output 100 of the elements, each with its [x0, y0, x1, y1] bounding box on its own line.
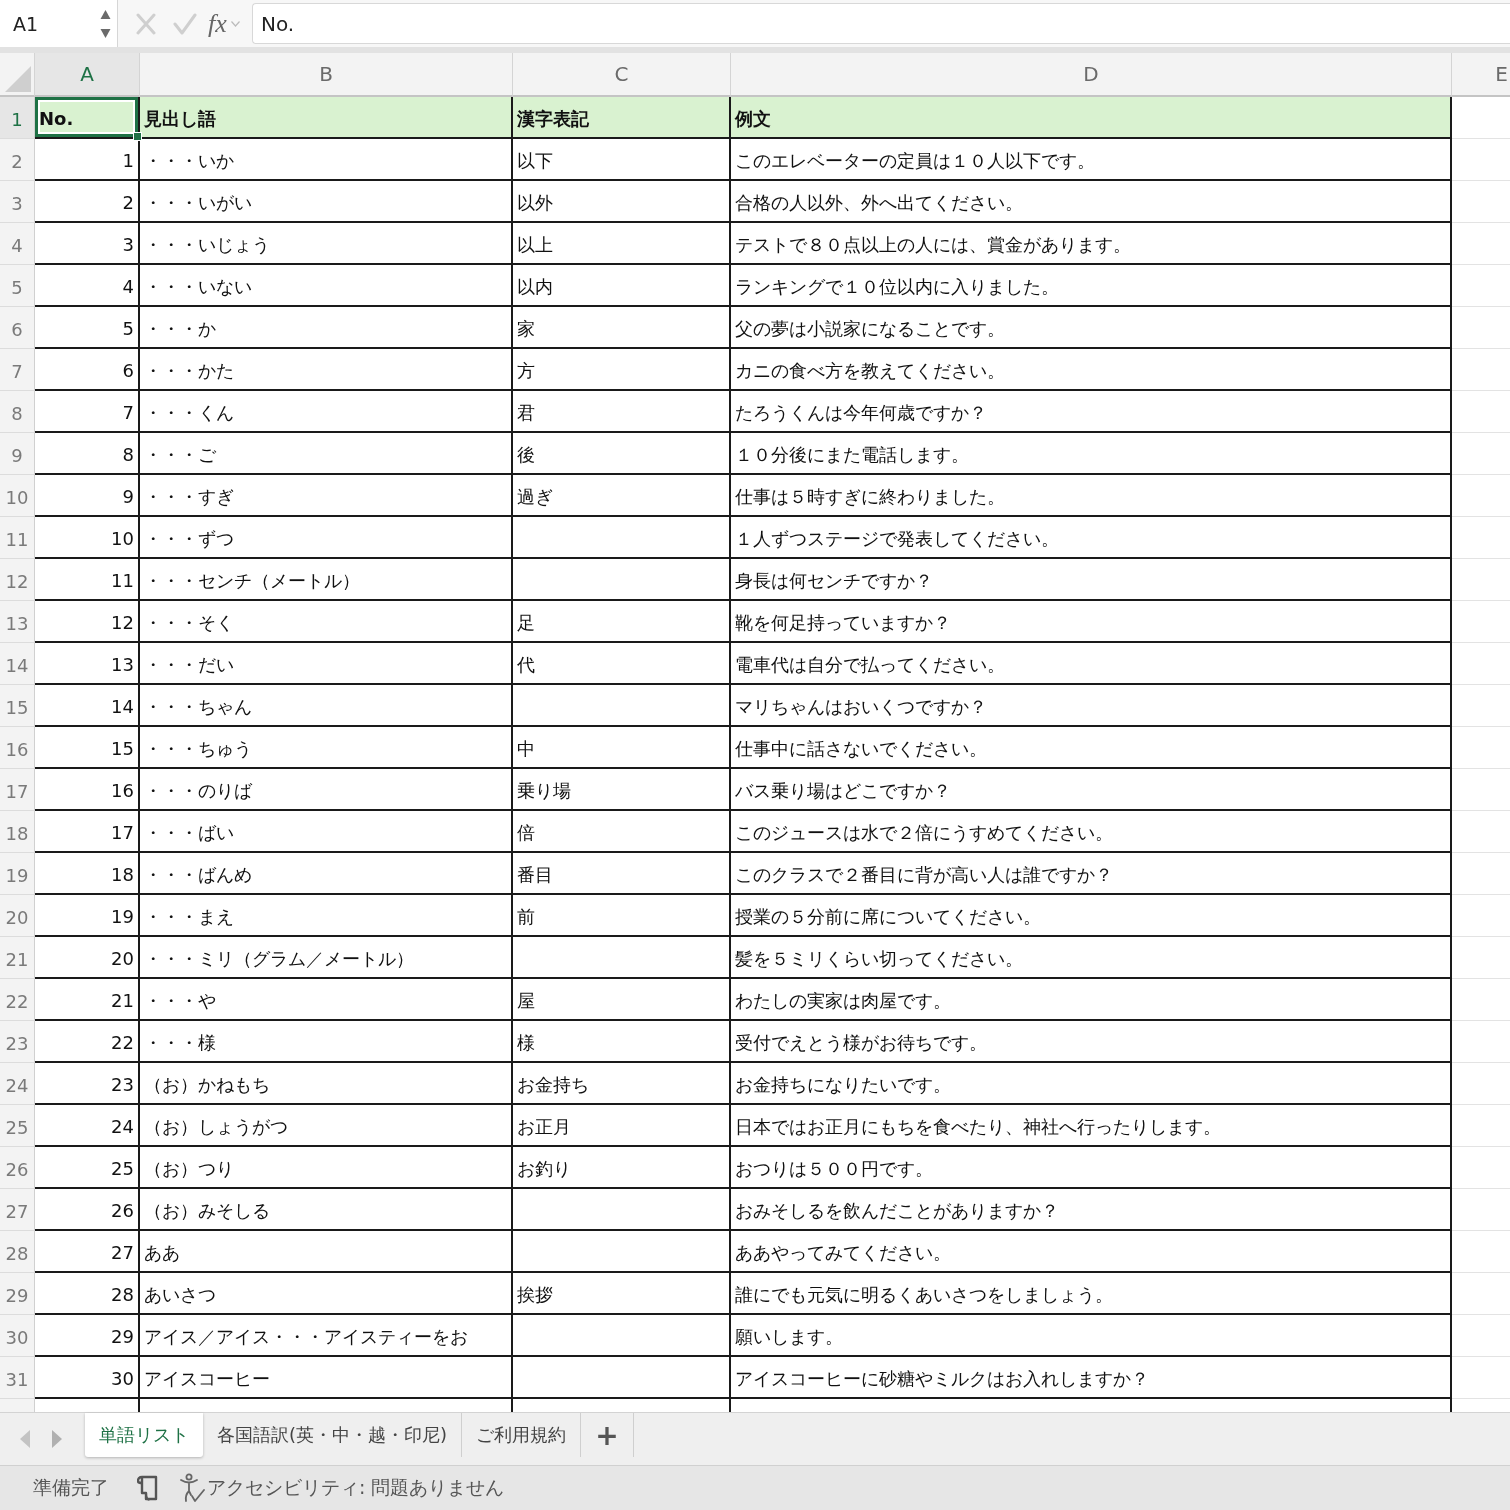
row-header[interactable]: 29 [0, 1273, 35, 1315]
table-cell: お正月 [513, 1105, 731, 1147]
row-header[interactable]: 22 [0, 979, 35, 1021]
sheet-tab[interactable]: 単語リスト [85, 1413, 203, 1457]
table-cell: ・・・まえ [140, 895, 513, 937]
row-header[interactable]: 25 [0, 1105, 35, 1147]
row-header[interactable]: 30 [0, 1315, 35, 1357]
fill-handle[interactable] [133, 132, 142, 141]
table-cell: 22 [35, 1021, 140, 1063]
row-header[interactable]: 7 [0, 349, 35, 391]
row-header[interactable]: 13 [0, 601, 35, 643]
table-cell: 屋 [513, 979, 731, 1021]
triangle-icon [5, 66, 31, 92]
table-cell: 日本ではお正月にもちを食べたり、神社へ行ったりします。 [731, 1105, 1452, 1147]
right-arrow-icon[interactable] [51, 1429, 63, 1449]
name-box[interactable]: A1 [0, 0, 118, 47]
table-cell: ・・・すぎ [140, 475, 513, 517]
table-cell: お金持ちになりたいです。 [731, 1063, 1452, 1105]
table-cell: バス乗り場はどこですか？ [731, 769, 1452, 811]
checkmark-icon[interactable] [173, 12, 197, 35]
column-header[interactable]: E [1452, 53, 1510, 97]
table-cell: 18 [35, 853, 140, 895]
table-cell: １０分後にまた電話します。 [731, 433, 1452, 475]
table-cell: 以外 [513, 181, 731, 223]
up-down-arrows-icon[interactable] [100, 8, 111, 39]
table-cell: 25 [35, 1147, 140, 1189]
document-icon[interactable] [137, 1474, 159, 1502]
cross-icon[interactable] [136, 12, 156, 35]
row-header[interactable]: 27 [0, 1189, 35, 1231]
add-sheet-button[interactable]: + [581, 1413, 635, 1457]
column-header[interactable]: A [35, 53, 140, 97]
sheet-tab[interactable]: 各国語訳(英・中・越・印尼) [203, 1413, 463, 1457]
row-header[interactable]: 15 [0, 685, 35, 727]
caret-icon[interactable] [230, 20, 240, 27]
table-cell: ・・・様 [140, 1021, 513, 1063]
row-header[interactable]: 9 [0, 433, 35, 475]
person-check-icon[interactable] [179, 1473, 205, 1503]
table-cell: このエレベーターの定員は１０人以下です。 [731, 139, 1452, 181]
table-cell: お金持ち [513, 1063, 731, 1105]
row-header[interactable]: 24 [0, 1063, 35, 1105]
row-header[interactable]: 16 [0, 727, 35, 769]
column-header[interactable]: C [513, 53, 731, 97]
table-cell: 13 [35, 643, 140, 685]
table-cell: 29 [35, 1315, 140, 1357]
table-cell: ・・・くん [140, 391, 513, 433]
status-text: 準備完了 [33, 1475, 109, 1500]
row-header[interactable]: 11 [0, 517, 35, 559]
row-header[interactable]: 23 [0, 1021, 35, 1063]
left-arrow-icon[interactable] [19, 1429, 31, 1449]
row-header[interactable]: 10 [0, 475, 35, 517]
table-cell: 11 [35, 559, 140, 601]
table-cell: ・・・や [140, 979, 513, 1021]
table-cell: 以下 [513, 139, 731, 181]
row-header[interactable]: 19 [0, 853, 35, 895]
table-cell: 授業の５分前に席についてください。 [731, 895, 1452, 937]
column-header[interactable]: D [731, 53, 1452, 97]
table-cell: おみそしるを飲んだことがありますか？ [731, 1189, 1452, 1231]
row-header[interactable]: 20 [0, 895, 35, 937]
formula-field[interactable]: No. [252, 3, 1510, 44]
table-cell: お釣り [513, 1147, 731, 1189]
row-header[interactable]: 5 [0, 265, 35, 307]
row-header[interactable]: 2 [0, 139, 35, 181]
table-cell: 中 [513, 727, 731, 769]
row-header[interactable]: 31 [0, 1357, 35, 1399]
table-cell: 過ぎ [513, 475, 731, 517]
table-cell: 3 [35, 223, 140, 265]
sheet-tab[interactable]: ご利用規約 [462, 1413, 582, 1457]
table-cell: 16 [35, 769, 140, 811]
row-header[interactable]: 4 [0, 223, 35, 265]
row-header[interactable]: 12 [0, 559, 35, 601]
row-header[interactable]: 6 [0, 307, 35, 349]
table-cell: （お）みそしる [140, 1189, 513, 1231]
table-cell: ・・・か [140, 307, 513, 349]
table-cell: 23 [35, 1063, 140, 1105]
table-cell: 様 [513, 1021, 731, 1063]
table-cell: 24 [35, 1105, 140, 1147]
row-header[interactable]: 1 [0, 97, 35, 139]
column-header[interactable]: B [140, 53, 513, 97]
table-cell: ・・・ちゅう [140, 727, 513, 769]
table-cell: ・・・いがい [140, 181, 513, 223]
row-header[interactable]: 14 [0, 643, 35, 685]
table-cell: ・・・ばんめ [140, 853, 513, 895]
row-header[interactable]: 3 [0, 181, 35, 223]
select-all-button[interactable] [0, 53, 35, 97]
table-cell: 父の夢は小説家になることです。 [731, 307, 1452, 349]
table-cell: 26 [35, 1189, 140, 1231]
table-cell: このクラスで２番目に背が高い人は誰ですか？ [731, 853, 1452, 895]
insert-function-button[interactable]: fx [207, 10, 228, 37]
row-header[interactable]: 17 [0, 769, 35, 811]
row-header[interactable]: 18 [0, 811, 35, 853]
table-cell: 8 [35, 433, 140, 475]
table-cell: ・・・ご [140, 433, 513, 475]
table-cell: 誰にでも元気に明るくあいさつをしましょう。 [731, 1273, 1452, 1315]
row-header[interactable]: 28 [0, 1231, 35, 1273]
row-header[interactable]: 26 [0, 1147, 35, 1189]
row-header[interactable]: 8 [0, 391, 35, 433]
table-cell: 14 [35, 685, 140, 727]
table-cell: 靴を何足持っていますか？ [731, 601, 1452, 643]
row-header[interactable]: 21 [0, 937, 35, 979]
table-cell: ああ [140, 1231, 513, 1273]
